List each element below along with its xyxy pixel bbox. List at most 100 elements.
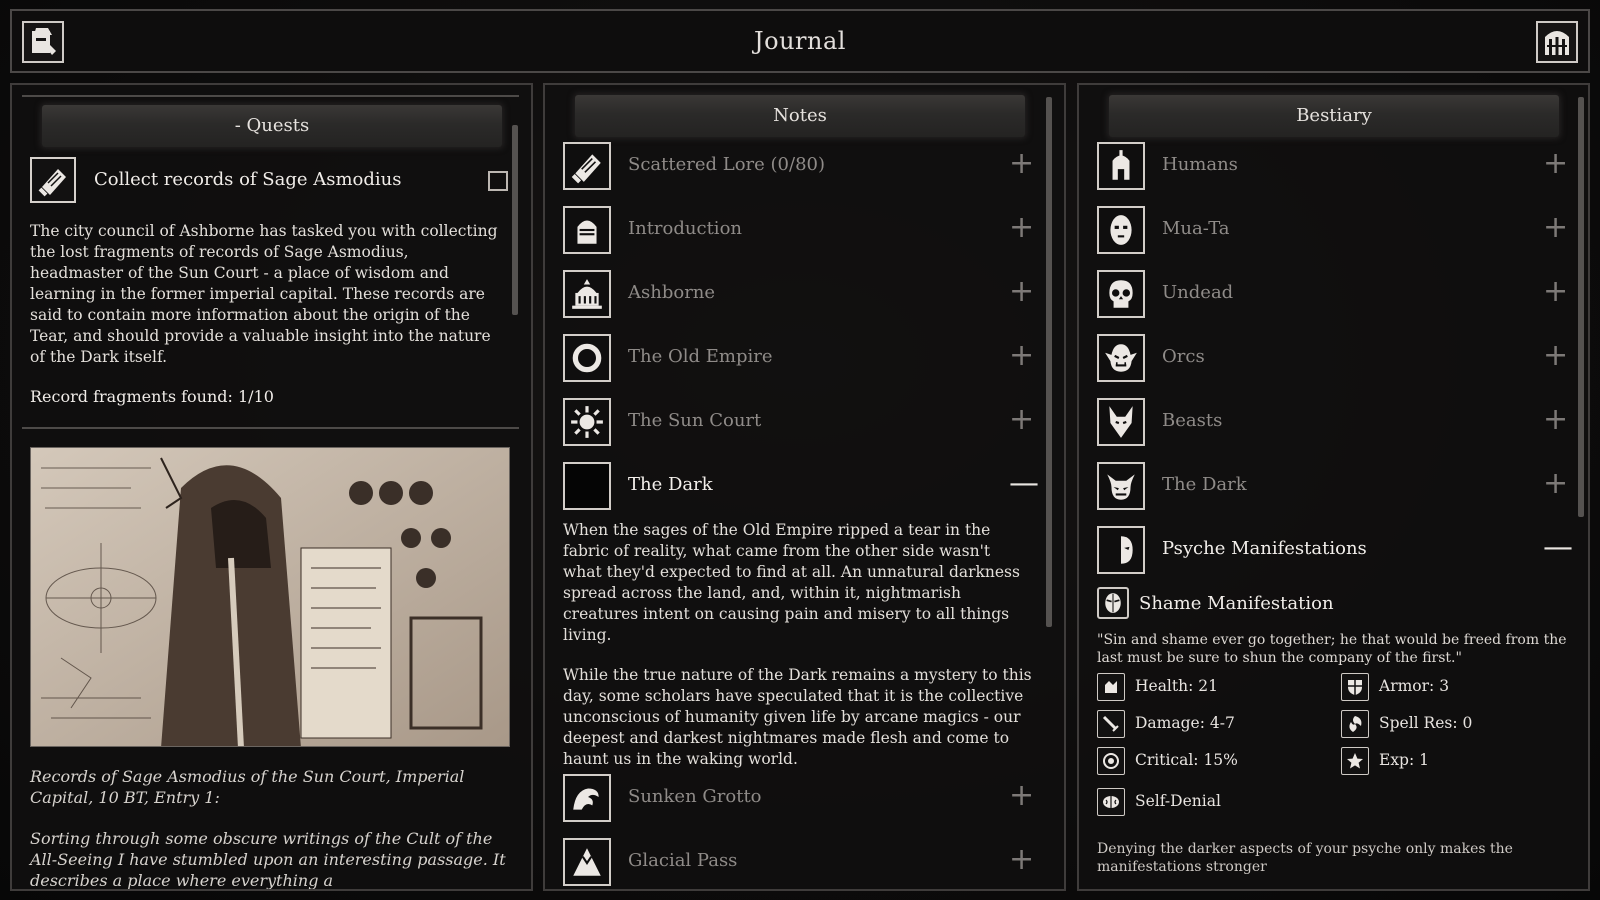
temple-icon <box>563 270 611 318</box>
shame-mask-icon <box>1097 587 1129 619</box>
expand-icon[interactable]: + <box>1009 781 1034 811</box>
target-icon <box>1097 747 1125 775</box>
quests-heading[interactable]: - Quests <box>42 105 502 147</box>
note-label: Glacial Pass <box>628 850 738 871</box>
ouroboros-icon <box>563 334 611 382</box>
mountain-icon <box>563 838 611 886</box>
bestiary-heading[interactable]: Bestiary <box>1109 95 1559 137</box>
notes-scrollbar[interactable] <box>1046 97 1052 627</box>
scroll-icon <box>30 157 76 203</box>
stat-damage-text: Damage: 4-7 <box>1135 714 1235 732</box>
note-item-sun-court[interactable]: The Sun Court + <box>563 398 1034 446</box>
collapse-icon[interactable]: — <box>1009 469 1039 499</box>
bestiary-item-the-dark[interactable]: The Dark + <box>1097 462 1568 510</box>
the-dark-text-2: While the true nature of the Dark remain… <box>563 666 1032 768</box>
divider <box>22 95 519 97</box>
gate-icon[interactable] <box>1536 21 1578 63</box>
quest-description: The city council of Ashborne has tasked … <box>30 222 498 366</box>
half-mask-icon <box>1097 526 1145 574</box>
bestiary-panel: Bestiary Humans + Mua-Ta + Undead + Orcs… <box>1077 83 1590 891</box>
expand-icon[interactable]: + <box>1009 405 1034 435</box>
notes-panel: Notes Scattered Lore (0/80) + Introducti… <box>543 83 1066 891</box>
spartan-helmet-icon <box>1097 142 1145 190</box>
sage-illustration <box>30 447 510 747</box>
bestiary-label: Psyche Manifestations <box>1162 538 1367 559</box>
skull-icon <box>1097 270 1145 318</box>
the-dark-text-1: When the sages of the Old Empire ripped … <box>563 521 1020 644</box>
expand-icon[interactable]: + <box>1009 845 1034 875</box>
note-label: Sunken Grotto <box>628 786 762 807</box>
scroll-icon <box>563 142 611 190</box>
trait-name: Self-Denial <box>1135 792 1221 810</box>
expand-icon[interactable]: + <box>1009 213 1034 243</box>
note-label: The Old Empire <box>628 346 773 367</box>
note-item-introduction[interactable]: Introduction + <box>563 206 1034 254</box>
bestiary-label: Undead <box>1162 282 1234 303</box>
divider <box>22 427 519 429</box>
bestiary-scrollbar[interactable] <box>1578 97 1584 517</box>
collapse-icon[interactable]: — <box>1543 533 1573 563</box>
note-label: Introduction <box>628 218 742 239</box>
journal-screen: Journal - Quests Collect records of Sage… <box>0 0 1600 900</box>
expand-icon[interactable]: + <box>1543 341 1568 371</box>
black-square-icon <box>563 462 611 510</box>
quests-panel: - Quests Collect records of Sage Asmodiu… <box>10 83 533 891</box>
bestiary-label: Humans <box>1162 154 1238 175</box>
sword-icon <box>1097 710 1125 738</box>
quest-item[interactable]: Collect records of Sage Asmodius <box>30 157 508 203</box>
bestiary-item-beasts[interactable]: Beasts + <box>1097 398 1568 446</box>
record-caption: Records of Sage Asmodius of the Sun Cour… <box>30 767 465 807</box>
bestiary-label: Orcs <box>1162 346 1205 367</box>
trait-description: Denying the darker aspects of your psych… <box>1097 841 1513 875</box>
stat-spell-res-text: Spell Res: 0 <box>1379 714 1473 732</box>
expand-icon[interactable]: + <box>1543 405 1568 435</box>
expand-icon[interactable]: + <box>1009 341 1034 371</box>
orc-head-icon <box>1097 334 1145 382</box>
note-item-glacial-pass[interactable]: Glacial Pass + <box>563 838 1034 886</box>
page-title: Journal <box>754 27 846 55</box>
expand-icon[interactable]: + <box>1009 149 1034 179</box>
stat-critical-text: Critical: 15% <box>1135 751 1238 769</box>
sun-icon <box>563 398 611 446</box>
wolf-head-icon <box>1097 398 1145 446</box>
record-entry: Sorting through some obscure writings of… <box>30 829 506 890</box>
demon-skull-icon <box>1097 462 1145 510</box>
quest-title: Collect records of Sage Asmodius <box>94 169 402 190</box>
note-label: Scattered Lore (0/80) <box>628 154 825 175</box>
journal-header: Journal <box>10 9 1590 73</box>
note-item-the-dark[interactable]: The Dark — <box>563 462 1039 510</box>
tribal-mask-icon <box>1097 206 1145 254</box>
bestiary-item-psyche-manifestations[interactable]: Psyche Manifestations — <box>1097 526 1573 574</box>
expand-icon[interactable]: + <box>1543 149 1568 179</box>
note-label: The Dark <box>628 474 713 495</box>
quest-progress: Record fragments found: 1/10 <box>30 387 274 406</box>
shield-icon <box>1341 673 1369 701</box>
notes-heading[interactable]: Notes <box>575 95 1025 137</box>
stat-armor-text: Armor: 3 <box>1379 677 1450 695</box>
expand-icon[interactable]: + <box>1543 213 1568 243</box>
bestiary-label: Mua-Ta <box>1162 218 1230 239</box>
expand-icon[interactable]: + <box>1543 277 1568 307</box>
note-item-old-empire[interactable]: The Old Empire + <box>563 334 1034 382</box>
bestiary-item-undead[interactable]: Undead + <box>1097 270 1568 318</box>
expand-icon[interactable]: + <box>1009 277 1034 307</box>
quests-scrollbar[interactable] <box>512 125 518 315</box>
note-item-sunken-grotto[interactable]: Sunken Grotto + <box>563 774 1034 822</box>
bestiary-item-humans[interactable]: Humans + <box>1097 142 1568 190</box>
bestiary-item-orcs[interactable]: Orcs + <box>1097 334 1568 382</box>
quest-complete-checkbox[interactable] <box>488 171 508 191</box>
health-icon <box>1097 673 1125 701</box>
note-item-scattered-lore[interactable]: Scattered Lore (0/80) + <box>563 142 1034 190</box>
manifestation-name: Shame Manifestation <box>1139 593 1334 614</box>
expand-icon[interactable]: + <box>1543 469 1568 499</box>
bestiary-item-mua-ta[interactable]: Mua-Ta + <box>1097 206 1568 254</box>
wave-icon <box>563 774 611 822</box>
bestiary-label: Beasts <box>1162 410 1223 431</box>
brain-icon <box>1097 788 1125 816</box>
stat-health-text: Health: 21 <box>1135 677 1218 695</box>
vortex-icon <box>1341 710 1369 738</box>
note-item-ashborne[interactable]: Ashborne + <box>563 270 1034 318</box>
manifestation-entry[interactable]: Shame Manifestation <box>1097 587 1567 621</box>
bestiary-label: The Dark <box>1162 474 1247 495</box>
manifestation-quote: "Sin and shame ever go together; he that… <box>1097 632 1567 666</box>
